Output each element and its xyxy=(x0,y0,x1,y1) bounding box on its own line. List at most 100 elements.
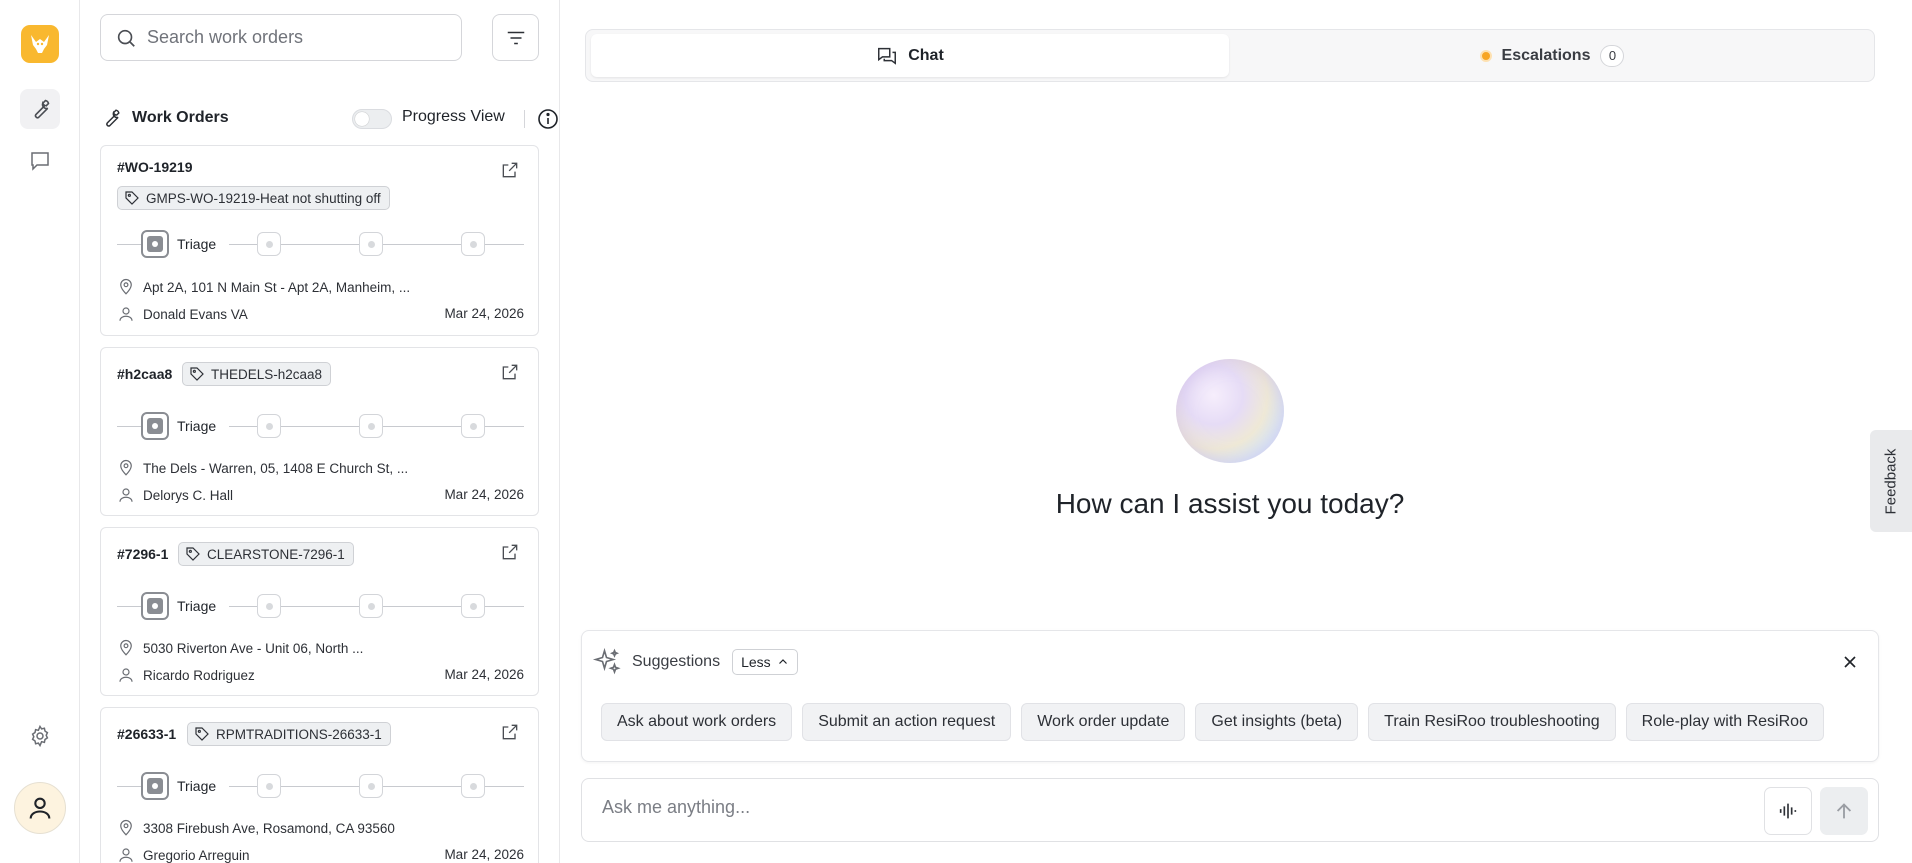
work-order-date: Mar 24, 2026 xyxy=(444,847,524,862)
nav-chat[interactable] xyxy=(20,141,60,181)
filter-button[interactable] xyxy=(492,14,539,61)
location-pin-icon xyxy=(120,639,132,656)
work-order-id: #26633-1 xyxy=(117,726,177,742)
work-order-address: 3308 Firebush Ave, Rosamond, CA 93560 xyxy=(143,820,395,836)
suggestion-chip[interactable]: Ask about work orders xyxy=(601,703,793,741)
work-order-address: The Dels - Warren, 05, 1408 E Church St,… xyxy=(143,460,409,476)
chat-bubble-icon xyxy=(31,152,49,171)
progress-steps: Triage xyxy=(117,591,524,621)
send-button[interactable] xyxy=(1820,787,1868,835)
work-order-tag-label: CLEARSTONE-7296-1 xyxy=(207,546,345,562)
person-row: Gregorio Arreguin Mar 24, 2026 xyxy=(117,845,524,863)
assistant-orb xyxy=(1176,359,1284,463)
search-input[interactable] xyxy=(147,27,447,48)
header-divider xyxy=(524,110,525,128)
external-link-icon[interactable] xyxy=(500,160,520,180)
step-pending xyxy=(461,414,485,438)
work-order-card[interactable]: #WO-19219 GMPS-WO-19219-Heat not shuttin… xyxy=(100,145,539,336)
search-box[interactable] xyxy=(100,14,462,61)
info-icon[interactable] xyxy=(536,107,560,131)
work-order-card[interactable]: #7296-1 CLEARSTONE-7296-1 Triage 5030 Ri… xyxy=(100,527,539,696)
work-order-person: Gregorio Arreguin xyxy=(143,847,250,863)
search-icon xyxy=(117,29,135,47)
work-order-card[interactable]: #26633-1 RPMTRADITIONS-26633-1 Triage 33… xyxy=(100,707,539,863)
user-avatar[interactable] xyxy=(14,782,66,834)
step-pending xyxy=(257,774,281,798)
suggestions-collapse-button[interactable]: Less xyxy=(732,649,798,675)
step-label: Triage xyxy=(177,418,217,434)
progress-view-label: Progress View xyxy=(402,108,505,125)
suggestion-chip[interactable]: Role-play with ResiRoo xyxy=(1625,703,1824,741)
sparkles-icon xyxy=(592,647,621,675)
wrench-icon xyxy=(106,109,120,127)
suggestion-chip[interactable]: Submit an action request xyxy=(802,703,1012,741)
step-current xyxy=(141,772,169,800)
work-order-person: Ricardo Rodriguez xyxy=(143,667,255,683)
suggestions-panel: Suggestions Less Ask about work orders S… xyxy=(581,630,1879,762)
suggestions-header: Suggestions Less xyxy=(592,647,798,677)
tab-escalations-label: Escalations xyxy=(1501,46,1591,64)
tag-icon xyxy=(125,191,139,205)
tag-icon xyxy=(186,547,200,561)
escalations-count-badge: 0 xyxy=(1600,44,1625,67)
left-rail xyxy=(0,0,80,863)
step-pending xyxy=(257,594,281,618)
kangaroo-logo-icon xyxy=(31,35,49,53)
progress-steps: Triage xyxy=(117,411,524,441)
step-pending xyxy=(257,232,281,256)
work-orders-header: Work Orders Progress View xyxy=(100,104,558,132)
external-link-icon[interactable] xyxy=(500,542,520,562)
gear-icon xyxy=(31,724,49,748)
tab-escalations[interactable]: Escalations 0 xyxy=(1234,34,1870,77)
user-icon xyxy=(29,797,51,819)
suggestion-chip[interactable]: Train ResiRoo troubleshooting xyxy=(1368,703,1616,741)
progress-steps: Triage xyxy=(117,771,524,801)
step-current xyxy=(141,592,169,620)
step-current xyxy=(141,412,169,440)
work-order-tag: RPMTRADITIONS-26633-1 xyxy=(187,722,391,746)
tag-icon xyxy=(195,727,209,741)
app-logo[interactable] xyxy=(21,25,59,63)
close-icon[interactable] xyxy=(1840,652,1860,672)
work-order-id: #h2caa8 xyxy=(117,366,173,382)
suggestion-chip[interactable]: Work order update xyxy=(1021,703,1186,741)
suggestion-chips: Ask about work orders Submit an action r… xyxy=(601,703,1824,741)
chat-tabs: Chat Escalations 0 xyxy=(585,29,1875,82)
app-root: Work Orders Progress View #WO-19219 GMPS… xyxy=(0,0,1912,863)
nav-work-orders[interactable] xyxy=(20,89,60,129)
feedback-tab[interactable]: Feedback xyxy=(1870,430,1912,532)
step-pending xyxy=(461,232,485,256)
external-link-icon[interactable] xyxy=(500,722,520,742)
nav-settings[interactable] xyxy=(20,716,60,756)
location-pin-icon xyxy=(120,819,132,836)
location-pin-icon xyxy=(120,459,132,476)
person-row: Delorys C. Hall Mar 24, 2026 xyxy=(117,485,524,505)
person-icon xyxy=(119,848,133,862)
chat-bubbles-icon xyxy=(878,47,897,65)
arrow-up-icon xyxy=(1836,803,1852,819)
step-pending xyxy=(359,774,383,798)
message-composer xyxy=(581,778,1879,842)
work-order-id: #WO-19219 xyxy=(117,159,193,175)
collapse-label: Less xyxy=(741,654,771,670)
suggestions-title: Suggestions xyxy=(632,653,721,670)
work-order-card[interactable]: #h2caa8 THEDELS-h2caa8 Triage The Dels -… xyxy=(100,347,539,516)
work-order-address: Apt 2A, 101 N Main St - Apt 2A, Manheim,… xyxy=(143,279,411,295)
external-link-icon[interactable] xyxy=(500,362,520,382)
person-icon xyxy=(119,668,133,682)
progress-view-toggle[interactable] xyxy=(352,109,392,129)
tab-chat[interactable]: Chat xyxy=(591,34,1229,77)
suggestion-chip[interactable]: Get insights (beta) xyxy=(1195,703,1359,741)
work-order-address: 5030 Riverton Ave - Unit 06, North ... xyxy=(143,640,364,656)
wrench-icon xyxy=(34,99,50,119)
work-order-tag-label: GMPS-WO-19219-Heat not shutting off xyxy=(146,190,381,206)
step-pending xyxy=(359,232,383,256)
person-icon xyxy=(119,307,133,321)
step-label: Triage xyxy=(177,598,217,614)
tab-chat-label: Chat xyxy=(908,46,944,64)
voice-input-button[interactable] xyxy=(1764,787,1812,835)
location-pin-icon xyxy=(120,278,132,295)
step-current xyxy=(141,230,169,258)
greeting-text: How can I assist you today? xyxy=(1055,488,1405,519)
message-input[interactable] xyxy=(602,797,1702,818)
